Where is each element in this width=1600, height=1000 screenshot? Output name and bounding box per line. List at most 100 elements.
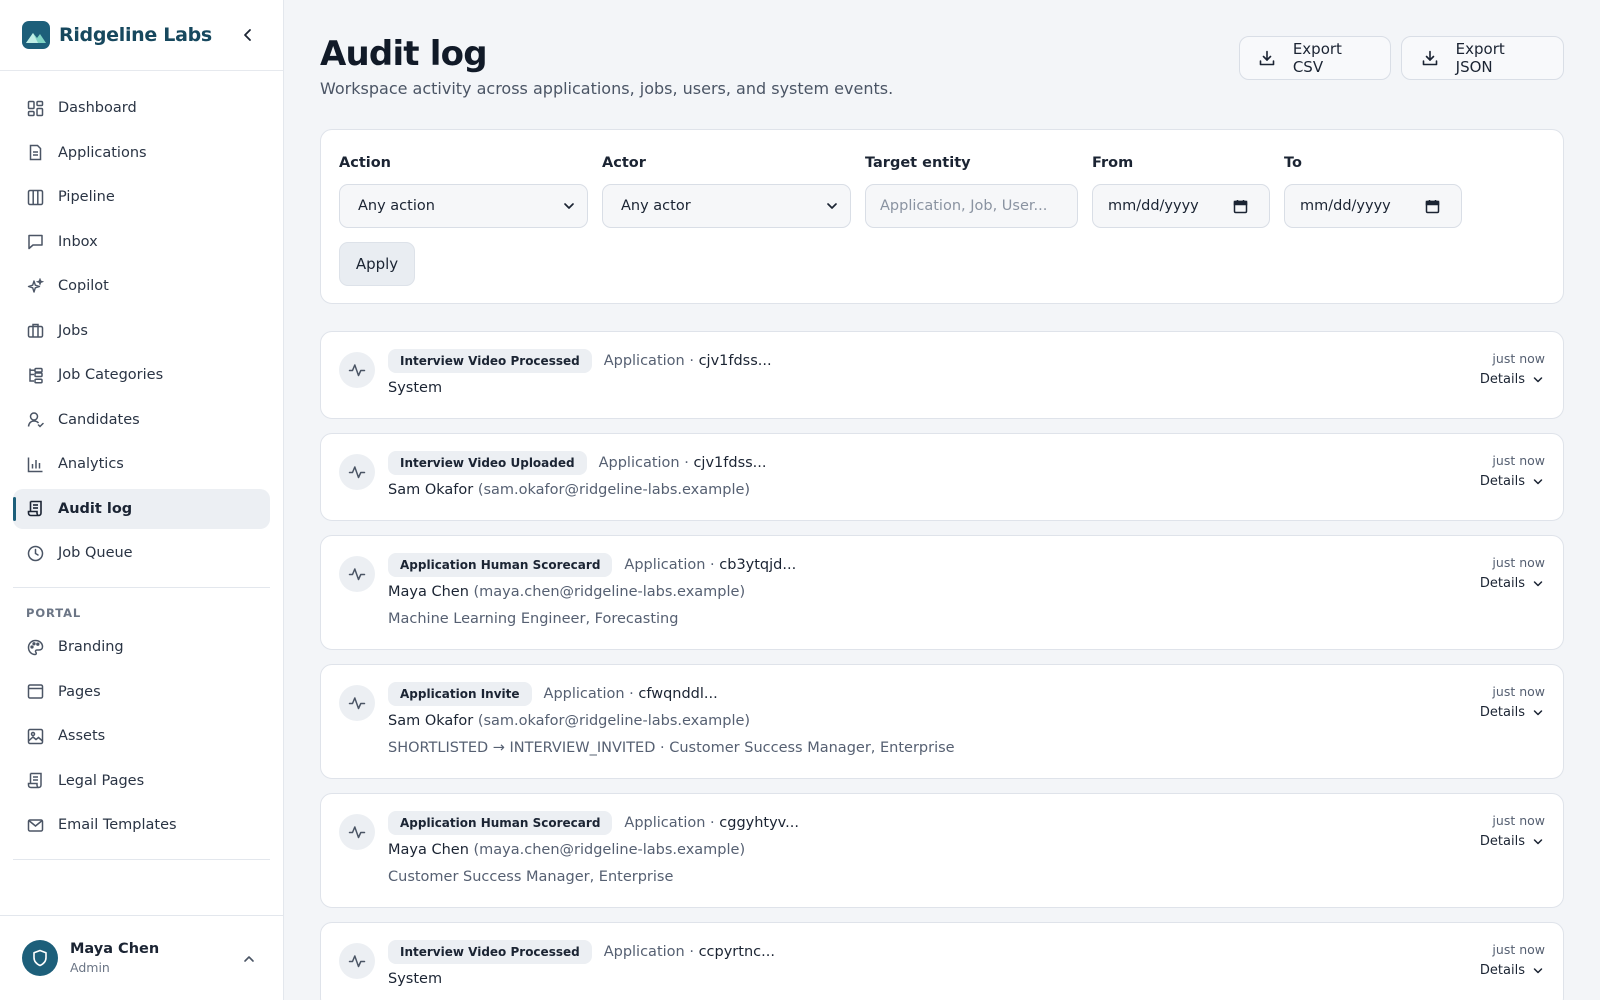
sidebar: Ridgeline Labs Dashboard Applications Pi… [0, 0, 284, 1000]
action-badge: Application Human Scorecard [388, 811, 613, 835]
sidebar-item-candidates[interactable]: Candidates [13, 400, 270, 440]
window-icon [26, 682, 45, 701]
actor-select[interactable]: Any actor [602, 184, 851, 228]
log-timestamp: just now [1492, 453, 1545, 468]
apply-filters-button[interactable]: Apply [339, 242, 415, 286]
log-actor: System [388, 971, 443, 987]
target-filter-label: Target entity [865, 155, 971, 171]
user-icon [26, 410, 45, 429]
page-title: Audit log [320, 34, 488, 74]
palette-icon [26, 638, 45, 657]
details-toggle[interactable]: Details [1480, 963, 1545, 978]
log-target[interactable]: Application · cjv1fdss... [599, 455, 767, 471]
image-icon [26, 727, 45, 746]
hierarchy-icon [26, 366, 45, 385]
chevron-down-icon [1531, 475, 1545, 489]
brand: Ridgeline Labs [0, 0, 283, 71]
actor-filter-label: Actor [602, 155, 646, 171]
sidebar-item-copilot[interactable]: Copilot [13, 266, 270, 306]
export-json-label: Export JSON [1455, 40, 1505, 76]
export-csv-label: Export CSV [1292, 40, 1342, 76]
chevron-down-icon [1531, 964, 1545, 978]
sidebar-item-label: Pages [58, 683, 101, 700]
user-menu-toggle[interactable] [239, 949, 259, 969]
log-target[interactable]: Application · cfwqnddl... [544, 686, 718, 702]
filter-panel: Action Any action Actor Any actor Target… [320, 129, 1564, 304]
action-badge: Application Human Scorecard [388, 553, 613, 577]
sidebar-item-label: Applications [58, 144, 147, 161]
sidebar-item-label: Copilot [58, 278, 109, 294]
calendar-icon[interactable] [1231, 197, 1249, 215]
sidebar-item-label: Analytics [58, 456, 124, 472]
sidebar-item-pages[interactable]: Pages [13, 672, 270, 712]
log-actor: Sam Okafor (sam.okafor@ridgeline-labs.ex… [388, 482, 751, 498]
sidebar-item-branding[interactable]: Branding [13, 627, 270, 667]
details-toggle[interactable]: Details [1480, 474, 1545, 489]
log-actor: System [388, 380, 443, 396]
user-role: Admin [70, 960, 110, 975]
log-entry: Application Human Scorecard Application … [320, 535, 1564, 650]
activity-icon [339, 685, 375, 721]
sidebar-item-dashboard[interactable]: Dashboard [13, 88, 270, 128]
details-toggle[interactable]: Details [1480, 372, 1545, 387]
sidebar-item-email-templates[interactable]: Email Templates [13, 805, 270, 845]
portal-section-label: PORTAL [26, 606, 82, 620]
action-select[interactable]: Any action [339, 184, 588, 228]
download-icon [1420, 48, 1440, 68]
export-csv-button[interactable]: Export CSV [1239, 36, 1391, 80]
to-date-label: To [1284, 155, 1302, 171]
sidebar-item-inbox[interactable]: Inbox [13, 222, 270, 262]
chevron-down-icon [824, 198, 840, 214]
log-actor: Sam Okafor (sam.okafor@ridgeline-labs.ex… [388, 713, 751, 729]
chevron-left-icon [244, 29, 251, 41]
log-timestamp: just now [1492, 684, 1545, 699]
sidebar-item-audit-log[interactable]: Audit log [13, 488, 270, 529]
mountain-logo-icon [22, 21, 50, 49]
sidebar-item-job-categories[interactable]: Job Categories [13, 355, 270, 395]
avatar [22, 940, 58, 976]
action-badge: Interview Video Uploaded [388, 451, 587, 475]
calendar-icon[interactable] [1423, 197, 1441, 215]
grid-icon [26, 99, 45, 118]
sidebar-item-job-queue[interactable]: Job Queue [13, 533, 270, 573]
log-context: Customer Success Manager, Enterprise [388, 869, 674, 885]
details-toggle[interactable]: Details [1480, 834, 1545, 849]
sidebar-item-pipeline[interactable]: Pipeline [13, 177, 270, 217]
log-timestamp: just now [1492, 555, 1545, 570]
export-json-button[interactable]: Export JSON [1401, 36, 1564, 80]
collapse-sidebar-button[interactable] [237, 24, 259, 46]
log-target[interactable]: Application · cjv1fdss... [604, 353, 772, 369]
target-entity-input[interactable]: Application, Job, User... [865, 184, 1078, 228]
from-date-input[interactable]: mm/dd/yyyy [1092, 184, 1270, 228]
briefcase-icon [26, 321, 45, 340]
log-entry: Application Human Scorecard Application … [320, 793, 1564, 908]
message-icon [26, 232, 45, 251]
sidebar-item-applications[interactable]: Applications [13, 133, 270, 173]
log-context: Machine Learning Engineer, Forecasting [388, 611, 679, 627]
details-toggle[interactable]: Details [1480, 576, 1545, 591]
sidebar-item-label: Legal Pages [58, 772, 145, 789]
sidebar-item-legal-pages[interactable]: Legal Pages [13, 761, 270, 801]
sidebar-item-label: Pipeline [58, 189, 115, 205]
download-icon [1258, 48, 1277, 68]
scroll-icon [26, 771, 45, 790]
log-timestamp: just now [1492, 942, 1545, 957]
details-toggle[interactable]: Details [1480, 705, 1545, 720]
sidebar-item-label: Assets [58, 728, 106, 744]
chevron-down-icon [1531, 373, 1545, 387]
sidebar-item-analytics[interactable]: Analytics [13, 444, 270, 484]
log-target[interactable]: Application · ccpyrtnc... [604, 944, 775, 960]
to-date-input[interactable]: mm/dd/yyyy [1284, 184, 1462, 228]
bar-chart-icon [26, 455, 45, 474]
log-target[interactable]: Application · cb3ytqjd... [624, 557, 796, 573]
sidebar-item-assets[interactable]: Assets [13, 716, 270, 756]
nav-divider [13, 859, 270, 860]
actor-select-value: Any actor [621, 198, 691, 214]
log-target[interactable]: Application · cggyhtyv... [624, 815, 799, 831]
log-entry: Application Invite Application · cfwqndd… [320, 664, 1564, 779]
user-menu[interactable]: Maya Chen Admin [0, 915, 283, 1000]
sidebar-item-label: Job Queue [58, 545, 133, 561]
sidebar-item-label: Job Categories [58, 367, 164, 383]
sidebar-item-jobs[interactable]: Jobs [13, 311, 270, 351]
sidebar-item-label: Audit log [58, 500, 133, 517]
